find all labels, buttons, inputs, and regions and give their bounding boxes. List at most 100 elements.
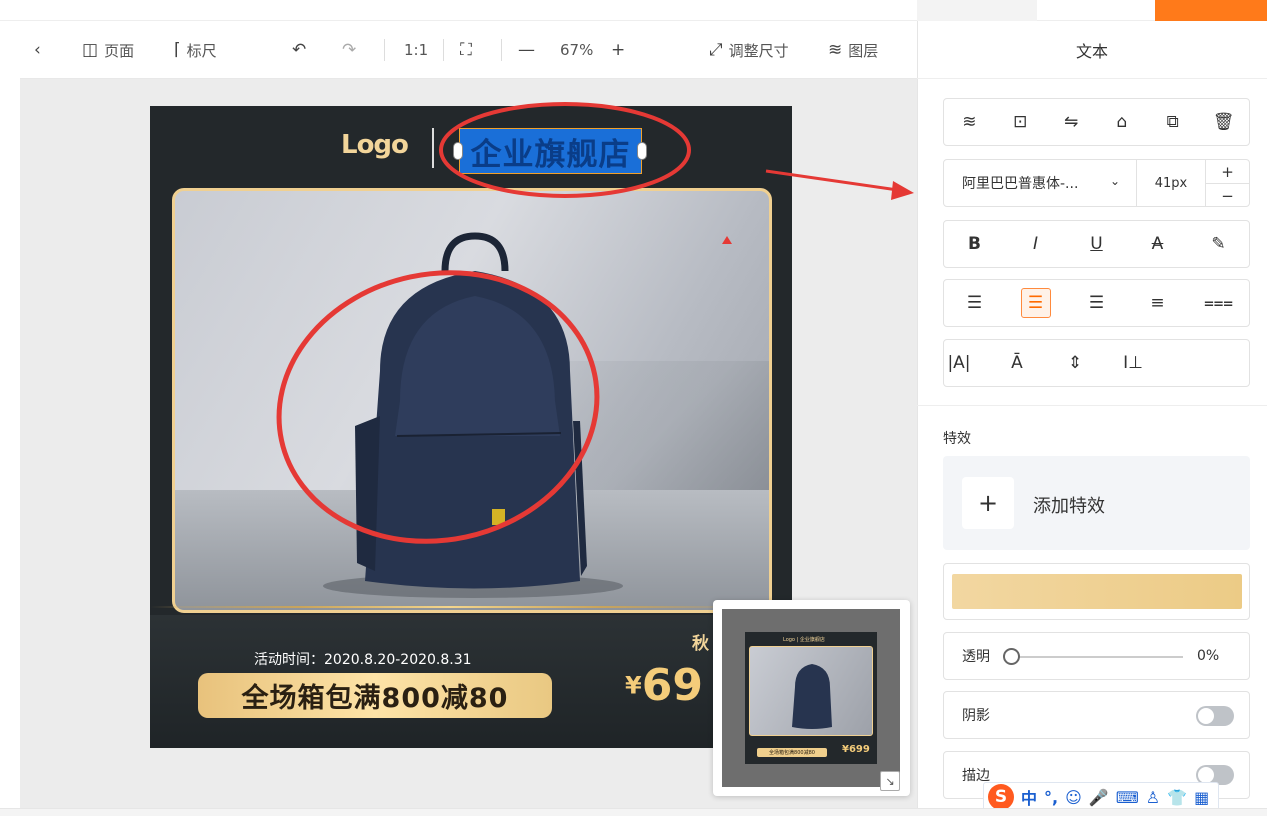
add-effect-button[interactable]: + bbox=[962, 477, 1014, 529]
menu-grid-icon[interactable]: ▦ bbox=[1194, 788, 1209, 807]
minus-icon: — bbox=[518, 40, 535, 60]
align-center-icon[interactable]: ☰ bbox=[1020, 288, 1051, 318]
resize-handle-right[interactable] bbox=[637, 142, 647, 160]
shadow-toggle[interactable] bbox=[1196, 706, 1234, 726]
font-size-input[interactable]: 41px bbox=[1136, 159, 1206, 207]
browser-top-strip bbox=[0, 0, 1267, 21]
strikethrough-button[interactable]: A bbox=[1143, 229, 1173, 259]
opacity-slider-knob[interactable] bbox=[1003, 648, 1020, 665]
ruler-button[interactable]: ⌈ 标尺 bbox=[174, 21, 217, 79]
top-tab[interactable] bbox=[917, 0, 1037, 21]
paragraph-spacing-icon[interactable]: I⊥ bbox=[1118, 348, 1148, 378]
opacity-value: 0% bbox=[1197, 648, 1220, 664]
redo-icon: ↷ bbox=[342, 40, 357, 60]
undo-icon: ↶ bbox=[292, 40, 307, 60]
chevron-down-icon: ⌄ bbox=[1109, 174, 1120, 188]
voice-icon[interactable]: 🎤 bbox=[1089, 788, 1109, 807]
zoom-in-button[interactable]: + bbox=[611, 21, 625, 79]
italic-button[interactable]: I bbox=[1021, 229, 1051, 259]
layers-button[interactable]: ≋ 图层 bbox=[828, 21, 878, 79]
highlighter-icon[interactable]: ✎ bbox=[1204, 229, 1234, 259]
underline-button[interactable]: U bbox=[1082, 229, 1112, 259]
price-text[interactable]: ¥69 bbox=[625, 660, 703, 711]
line-height-top-icon[interactable]: Ā bbox=[1002, 348, 1032, 378]
zoom-reset-button[interactable]: 1:1 bbox=[404, 21, 428, 79]
chevron-left-icon: ‹ bbox=[34, 40, 41, 60]
add-effect-label[interactable]: 添加特效 bbox=[1033, 492, 1105, 518]
opacity-slider-track[interactable] bbox=[1010, 656, 1183, 658]
ruler-label: 标尺 bbox=[186, 41, 217, 60]
minimap-logo: Logo | 企业旗舰店 bbox=[783, 637, 825, 643]
event-time-text[interactable]: 活动时间：2020.8.20-2020.8.31 bbox=[254, 649, 472, 669]
season-text[interactable]: 秋 bbox=[692, 629, 709, 654]
resize-icon: ⤢ bbox=[709, 40, 723, 60]
ruler-icon: ⌈ bbox=[174, 40, 181, 60]
lock-icon[interactable]: ⌂ bbox=[1107, 107, 1137, 137]
line-height-middle-icon[interactable]: ⇕ bbox=[1060, 348, 1090, 378]
duplicate-icon[interactable]: ⧉ bbox=[1158, 107, 1188, 137]
shadow-label: 阴影 bbox=[962, 708, 990, 724]
page-icon: ◫ bbox=[82, 40, 99, 60]
ime-mode[interactable]: 中 bbox=[1021, 785, 1037, 809]
resize-label: 调整尺寸 bbox=[728, 41, 789, 60]
ime-punctuation[interactable]: °, bbox=[1044, 788, 1058, 807]
panel-title: 文本 bbox=[917, 21, 1267, 79]
status-bar bbox=[0, 808, 1267, 816]
page-label: 页面 bbox=[104, 41, 135, 60]
delete-icon[interactable]: 🗑 bbox=[1209, 107, 1239, 137]
align-right-icon[interactable]: ☰ bbox=[1082, 288, 1112, 318]
toolbar-divider bbox=[443, 39, 444, 61]
bold-button[interactable]: B bbox=[960, 229, 990, 259]
shop-name-text[interactable]: 企业旗舰店 bbox=[459, 128, 642, 174]
minimap-collapse-button[interactable]: ↘ bbox=[880, 771, 900, 791]
layers-label: 图层 bbox=[848, 41, 879, 60]
undo-button[interactable]: ↶ bbox=[292, 21, 306, 79]
minimap-promo: 全场箱包满800减80 bbox=[757, 748, 827, 757]
layers-icon: ≋ bbox=[828, 40, 843, 60]
align-object-icon[interactable]: ⊡ bbox=[1005, 107, 1035, 137]
keyboard-icon[interactable]: ⌨ bbox=[1116, 788, 1139, 807]
collapse-icon: ↘ bbox=[885, 774, 895, 788]
poster-logo[interactable]: Logo bbox=[341, 130, 409, 160]
zoom-out-button[interactable]: — bbox=[518, 21, 535, 79]
annotation-marker bbox=[722, 236, 732, 244]
minimap-price: ¥699 bbox=[842, 744, 870, 755]
back-button[interactable]: ‹ bbox=[34, 21, 41, 79]
flip-icon[interactable]: ⇋ bbox=[1056, 107, 1086, 137]
letter-spacing-icon[interactable]: |A| bbox=[944, 348, 974, 378]
align-justify-icon[interactable]: ≡ bbox=[1143, 288, 1173, 318]
align-row: ☰ ☰ ☰ ≡ ⩶ bbox=[943, 279, 1250, 327]
left-edge bbox=[0, 21, 20, 816]
minimap-backpack bbox=[792, 664, 832, 729]
redo-button[interactable]: ↷ bbox=[342, 21, 356, 79]
align-distribute-icon[interactable]: ⩶ bbox=[1204, 288, 1234, 318]
sogou-logo-icon: S bbox=[988, 784, 1014, 810]
user-icon[interactable]: ♙ bbox=[1146, 788, 1160, 807]
font-size-stepper: + − bbox=[1205, 159, 1250, 207]
product-photo[interactable] bbox=[172, 188, 772, 613]
layer-order-icon[interactable]: ≋ bbox=[954, 107, 984, 137]
gradient-fill-swatch[interactable] bbox=[952, 574, 1242, 609]
panel-divider bbox=[917, 405, 1267, 406]
skin-icon[interactable]: 👕 bbox=[1167, 788, 1187, 807]
toolbar-divider bbox=[384, 39, 385, 61]
zoom-value: 67% bbox=[560, 41, 594, 59]
backpack-image bbox=[323, 232, 623, 598]
font-size-decrease[interactable]: − bbox=[1206, 184, 1249, 208]
align-left-icon[interactable]: ☰ bbox=[960, 288, 990, 318]
fit-screen-button[interactable]: ⛶ bbox=[460, 21, 472, 79]
emoji-icon[interactable]: ☺ bbox=[1065, 788, 1082, 807]
resize-handle-left[interactable] bbox=[453, 142, 463, 160]
font-size-increase[interactable]: + bbox=[1206, 160, 1249, 184]
format-row: B I U A ✎ bbox=[943, 220, 1250, 268]
resize-button[interactable]: ⤢ 调整尺寸 bbox=[709, 21, 789, 79]
minimap-photo bbox=[749, 646, 873, 736]
plus-icon: + bbox=[977, 489, 999, 517]
plus-icon: + bbox=[611, 40, 626, 60]
font-family-select[interactable]: 阿里巴巴普惠体-... ⌄ bbox=[943, 159, 1137, 207]
page-button[interactable]: ◫ 页面 bbox=[82, 21, 134, 79]
editor-toolbar: ‹ ◫ 页面 ⌈ 标尺 ↶ ↷ 1:1 ⛶ — 67% + ⤢ 调整尺寸 ≋ 图… bbox=[20, 21, 917, 79]
promo-banner[interactable]: 全场箱包满800减80 bbox=[198, 673, 552, 718]
price-value: 69 bbox=[641, 660, 703, 711]
top-action-tab[interactable] bbox=[1155, 0, 1267, 21]
